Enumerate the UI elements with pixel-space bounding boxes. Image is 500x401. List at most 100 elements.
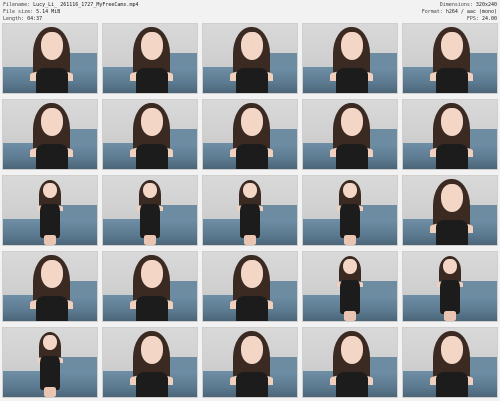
video-thumbnail — [202, 251, 298, 322]
person-figure — [27, 24, 76, 93]
dimensions-label: Dimensions: — [439, 2, 473, 8]
video-thumbnail — [302, 99, 398, 170]
length-row: Length: 04:37 — [3, 16, 138, 23]
video-thumbnail — [202, 99, 298, 170]
face-shape — [241, 32, 263, 60]
video-thumbnail — [102, 99, 198, 170]
video-thumbnail — [202, 23, 298, 94]
person-figure — [427, 176, 476, 245]
person-figure — [127, 100, 176, 169]
outfit-shape — [436, 372, 468, 397]
face-shape — [341, 336, 363, 364]
legs-shape — [43, 387, 56, 397]
outfit-shape — [240, 203, 260, 239]
face-shape — [441, 336, 463, 364]
face-shape — [441, 32, 463, 60]
dimensions-value: 320x240 — [475, 2, 497, 8]
dimensions-row: Dimensions: 320x240 — [422, 2, 497, 9]
legs-shape — [443, 311, 456, 321]
outfit-shape — [236, 296, 268, 321]
outfit-shape — [336, 372, 368, 397]
outfit-shape — [40, 355, 60, 391]
face-shape — [441, 108, 463, 136]
person-figure — [135, 176, 165, 245]
format-value: h264 / aac (mono) — [445, 9, 497, 15]
person-figure — [327, 24, 376, 93]
outfit-shape — [36, 68, 68, 93]
person-figure — [227, 24, 276, 93]
outfit-shape — [336, 68, 368, 93]
video-thumbnail — [302, 23, 398, 94]
file-info-right: Dimensions: 320x240 Format: h264 / aac (… — [422, 2, 497, 23]
outfit-shape — [136, 372, 168, 397]
filename-row: Filename: Lucy_Li_ 261116_1727_MyFreeCam… — [3, 2, 138, 9]
video-thumbnail — [102, 251, 198, 322]
filename-value: Lucy_Li_ 261116_1727_MyFreeCams.mp4 — [33, 2, 139, 8]
outfit-shape — [136, 68, 168, 93]
video-thumbnail — [402, 99, 498, 170]
face-shape — [241, 260, 263, 288]
outfit-shape — [236, 68, 268, 93]
outfit-shape — [236, 144, 268, 169]
person-figure — [327, 100, 376, 169]
legs-shape — [43, 235, 56, 245]
length-label: Length: — [3, 16, 25, 22]
video-thumbnail — [402, 23, 498, 94]
face-shape — [41, 32, 63, 60]
legs-shape — [243, 235, 256, 245]
face-shape — [141, 260, 163, 288]
person-figure — [35, 328, 65, 397]
format-row: Format: h264 / aac (mono) — [422, 9, 497, 16]
video-thumbnail — [102, 327, 198, 398]
face-shape — [441, 184, 463, 212]
face-shape — [343, 182, 357, 199]
person-figure — [435, 252, 465, 321]
video-thumbnail — [402, 251, 498, 322]
video-thumbnail — [102, 23, 198, 94]
file-info-left: Filename: Lucy_Li_ 261116_1727_MyFreeCam… — [3, 2, 138, 23]
person-figure — [227, 100, 276, 169]
person-figure — [227, 252, 276, 321]
face-shape — [343, 258, 357, 275]
person-figure — [335, 252, 365, 321]
video-thumbnail — [202, 327, 298, 398]
person-figure — [335, 176, 365, 245]
face-shape — [241, 336, 263, 364]
person-figure — [327, 328, 376, 397]
outfit-shape — [436, 220, 468, 245]
video-thumbnail — [2, 23, 98, 94]
outfit-shape — [136, 296, 168, 321]
person-figure — [235, 176, 265, 245]
video-thumbnail — [302, 175, 398, 246]
video-thumbnail — [102, 175, 198, 246]
length-value: 04:37 — [27, 16, 43, 22]
filesize-row: File size: 5.14 MiB — [3, 9, 138, 16]
face-shape — [43, 334, 57, 351]
face-shape — [41, 260, 63, 288]
video-thumbnail — [302, 327, 398, 398]
face-shape — [41, 108, 63, 136]
fps-label: FPS: — [466, 16, 479, 22]
video-thumbnail — [402, 327, 498, 398]
outfit-shape — [340, 203, 360, 239]
face-shape — [443, 258, 457, 275]
video-thumbnail — [2, 99, 98, 170]
face-shape — [341, 32, 363, 60]
video-thumbnail — [2, 327, 98, 398]
fps-value: 24.00 — [481, 16, 497, 22]
filesize-value: 5.14 MiB — [36, 9, 61, 15]
person-figure — [227, 328, 276, 397]
face-shape — [43, 182, 57, 199]
filesize-label: File size: — [3, 9, 34, 15]
legs-shape — [343, 235, 356, 245]
face-shape — [141, 336, 163, 364]
outfit-shape — [40, 203, 60, 239]
face-shape — [141, 108, 163, 136]
face-shape — [243, 182, 257, 199]
person-figure — [127, 328, 176, 397]
face-shape — [241, 108, 263, 136]
fps-row: FPS: 24.00 — [422, 16, 497, 23]
filename-label: Filename: — [3, 2, 31, 8]
person-figure — [27, 100, 76, 169]
outfit-shape — [340, 279, 360, 315]
